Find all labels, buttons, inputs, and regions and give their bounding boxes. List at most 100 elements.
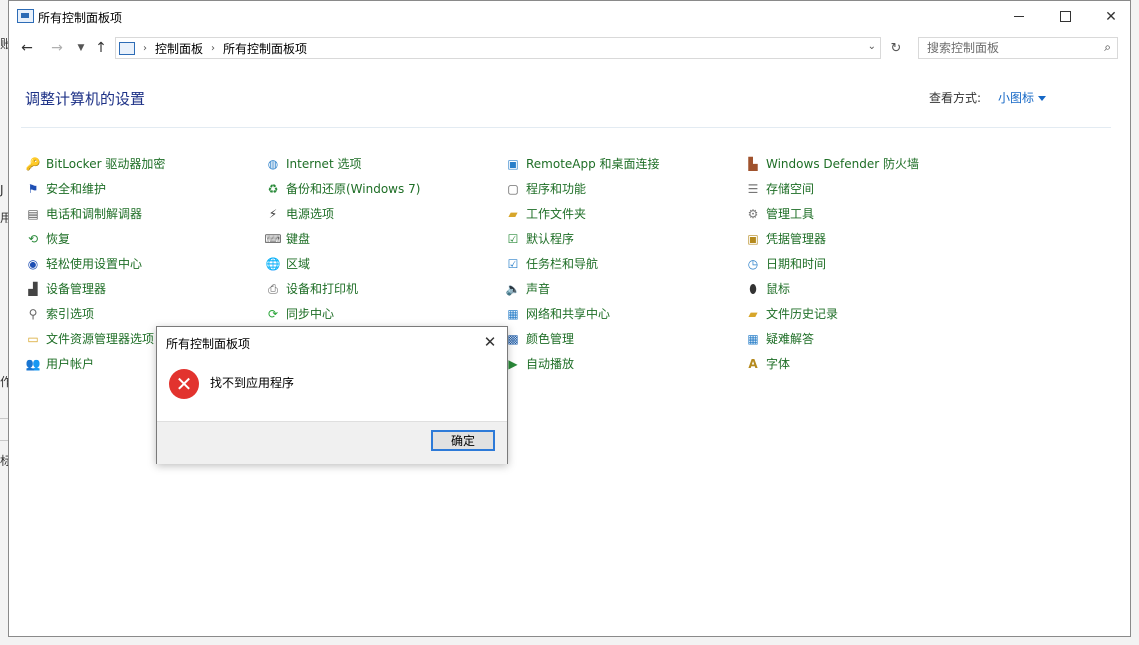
item-internet-options[interactable]: ◍ Internet 选项 <box>265 151 505 176</box>
item-security-maintenance[interactable]: ⚑ 安全和维护 <box>25 176 265 201</box>
default-programs-icon: ☑ <box>507 231 519 246</box>
item-programs-features[interactable]: ▢ 程序和功能 <box>505 176 745 201</box>
modem-icon: ▤ <box>27 206 39 221</box>
item-taskbar-navigation[interactable]: ☑ 任务栏和导航 <box>505 251 745 276</box>
item-phone-modem[interactable]: ▤ 电话和调制解调器 <box>25 201 265 226</box>
error-icon: ✕ <box>169 369 199 399</box>
items-column-4: ▙ Windows Defender 防火墙 ☰ 存储空间 ⚙ 管理工具 ▣ 凭据管理器… <box>745 151 985 376</box>
storage-spaces-icon: ☰ <box>747 181 759 196</box>
control-panel-icon <box>119 41 135 55</box>
item-indexing[interactable]: ⚲ 索引选项 <box>25 301 265 326</box>
refresh-icon: ↻ <box>890 40 902 56</box>
admin-tools-icon: ⚙ <box>747 206 759 221</box>
item-network-sharing[interactable]: ▦ 网络和共享中心 <box>505 301 745 326</box>
programs-icon: ▢ <box>507 181 519 196</box>
item-device-manager[interactable]: ▟ 设备管理器 <box>25 276 265 301</box>
up-arrow-icon: ↑ <box>95 40 107 56</box>
item-fonts[interactable]: A 字体 <box>745 351 985 376</box>
forward-button[interactable]: → <box>47 38 67 58</box>
view-by-value: 小图标 <box>998 91 1035 105</box>
item-keyboard[interactable]: ⌨ 键盘 <box>264 226 505 251</box>
view-by-label: 查看方式: <box>929 91 982 105</box>
window-title: 所有控制面板项 <box>38 11 123 25</box>
item-date-time[interactable]: ◷ 日期和时间 <box>745 251 985 276</box>
remoteapp-icon: ▣ <box>507 156 519 171</box>
mouse-icon: ⬮ <box>749 281 757 296</box>
credential-manager-icon: ▣ <box>747 231 759 246</box>
speaker-icon: 🔈 <box>505 281 521 296</box>
item-firewall[interactable]: ▙ Windows Defender 防火墙 <box>745 151 985 176</box>
item-remoteapp[interactable]: ▣ RemoteApp 和桌面连接 <box>505 151 745 176</box>
background-divider <box>0 440 8 441</box>
troubleshooting-icon: ▦ <box>747 331 759 346</box>
address-bar[interactable]: › 控制面板 › 所有控制面板项 ⌄ <box>115 37 881 59</box>
refresh-button[interactable]: ↻ <box>885 38 907 58</box>
work-folders-icon: ▰ <box>508 206 518 221</box>
minimize-button[interactable] <box>996 1 1042 32</box>
item-work-folders[interactable]: ▰ 工作文件夹 <box>505 201 745 226</box>
dialog-message: 找不到应用程序 <box>210 376 295 390</box>
error-dialog: 所有控制面板项 ✕ ✕ 找不到应用程序 确定 <box>156 326 508 464</box>
recent-locations-button[interactable]: ▼ <box>71 38 91 58</box>
address-dropdown-icon[interactable]: ⌄ <box>868 41 876 52</box>
item-default-programs[interactable]: ☑ 默认程序 <box>505 226 745 251</box>
header-divider <box>21 127 1111 128</box>
item-power-options[interactable]: ⚡ 电源选项 <box>265 201 505 226</box>
item-troubleshooting[interactable]: ▦ 疑难解答 <box>745 326 985 351</box>
chevron-down-icon: ▼ <box>77 43 85 53</box>
close-icon: ✕ <box>1105 8 1117 25</box>
breadcrumb-control-panel[interactable]: 控制面板 <box>155 40 203 57</box>
item-mouse[interactable]: ⬮ 鼠标 <box>745 276 985 301</box>
item-recovery[interactable]: ⟲ 恢复 <box>25 226 265 251</box>
dialog-close-button[interactable]: ✕ <box>479 331 501 353</box>
item-bitlocker[interactable]: 🔑 BitLocker 驱动器加密 <box>25 151 265 176</box>
item-storage-spaces[interactable]: ☰ 存储空间 <box>745 176 985 201</box>
item-color-management[interactable]: ▩ 颜色管理 <box>505 326 745 351</box>
search-input[interactable] <box>927 39 1097 57</box>
dialog-footer: 确定 <box>157 421 507 464</box>
maximize-button[interactable] <box>1042 1 1088 32</box>
item-file-history[interactable]: ▰ 文件历史记录 <box>745 301 985 326</box>
search-icon[interactable]: ⌕ <box>1104 40 1111 55</box>
file-history-icon: ▰ <box>748 306 758 321</box>
breadcrumb-all-items[interactable]: 所有控制面板项 <box>223 40 307 57</box>
page-title: 调整计算机的设置 <box>25 90 146 108</box>
user-accounts-icon: 👥 <box>25 356 41 371</box>
items-column-2: ◍ Internet 选项 ♻ 备份和还原(Windows 7) ⚡ 电源选项 ⌨ 键盘… <box>264 151 505 326</box>
item-autoplay[interactable]: ▶ 自动播放 <box>505 351 745 376</box>
navigation-bar: ← → ▼ ↑ › 控制面板 › 所有控制面板项 ⌄ ↻ ⌕ <box>9 34 1130 62</box>
control-panel-icon <box>17 9 34 23</box>
item-credential-manager[interactable]: ▣ 凭据管理器 <box>745 226 985 251</box>
folder-options-icon: ▭ <box>27 331 39 346</box>
search-box[interactable]: ⌕ <box>918 37 1118 59</box>
close-icon: ✕ <box>483 333 497 351</box>
title-bar[interactable]: 所有控制面板项 ✕ <box>9 1 1130 32</box>
network-icon: ▦ <box>507 306 519 321</box>
keyboard-icon: ⌨ <box>264 231 282 246</box>
ok-button[interactable]: 确定 <box>431 430 495 451</box>
item-sound[interactable]: 🔈 声音 <box>505 276 745 301</box>
background-text-fragment: J <box>0 183 4 197</box>
backup-icon: ♻ <box>267 181 279 196</box>
item-devices-printers[interactable]: ⎙ 设备和打印机 <box>265 276 505 301</box>
minimize-icon <box>1014 16 1024 17</box>
fonts-icon: A <box>748 356 758 371</box>
back-button[interactable]: ← <box>17 38 37 58</box>
item-admin-tools[interactable]: ⚙ 管理工具 <box>745 201 985 226</box>
item-ease-of-access[interactable]: ◉ 轻松使用设置中心 <box>25 251 265 276</box>
flag-icon: ⚑ <box>27 181 39 196</box>
item-sync-center[interactable]: ⟳ 同步中心 <box>265 301 505 326</box>
view-by-dropdown[interactable]: 小图标 <box>998 89 1047 106</box>
item-region[interactable]: 🌐 区域 <box>265 251 505 276</box>
item-backup-restore[interactable]: ♻ 备份和还原(Windows 7) <box>265 176 505 201</box>
date-time-icon: ◷ <box>747 256 759 271</box>
internet-options-icon: ◍ <box>267 156 279 171</box>
power-icon: ⚡ <box>268 206 278 221</box>
device-manager-icon: ▟ <box>28 281 38 296</box>
background-divider <box>0 418 8 419</box>
recovery-icon: ⟲ <box>27 231 39 246</box>
chevron-right-icon[interactable]: › <box>211 43 215 54</box>
close-button[interactable]: ✕ <box>1088 1 1134 32</box>
sync-icon: ⟳ <box>267 306 279 321</box>
up-button[interactable]: ↑ <box>91 38 111 58</box>
